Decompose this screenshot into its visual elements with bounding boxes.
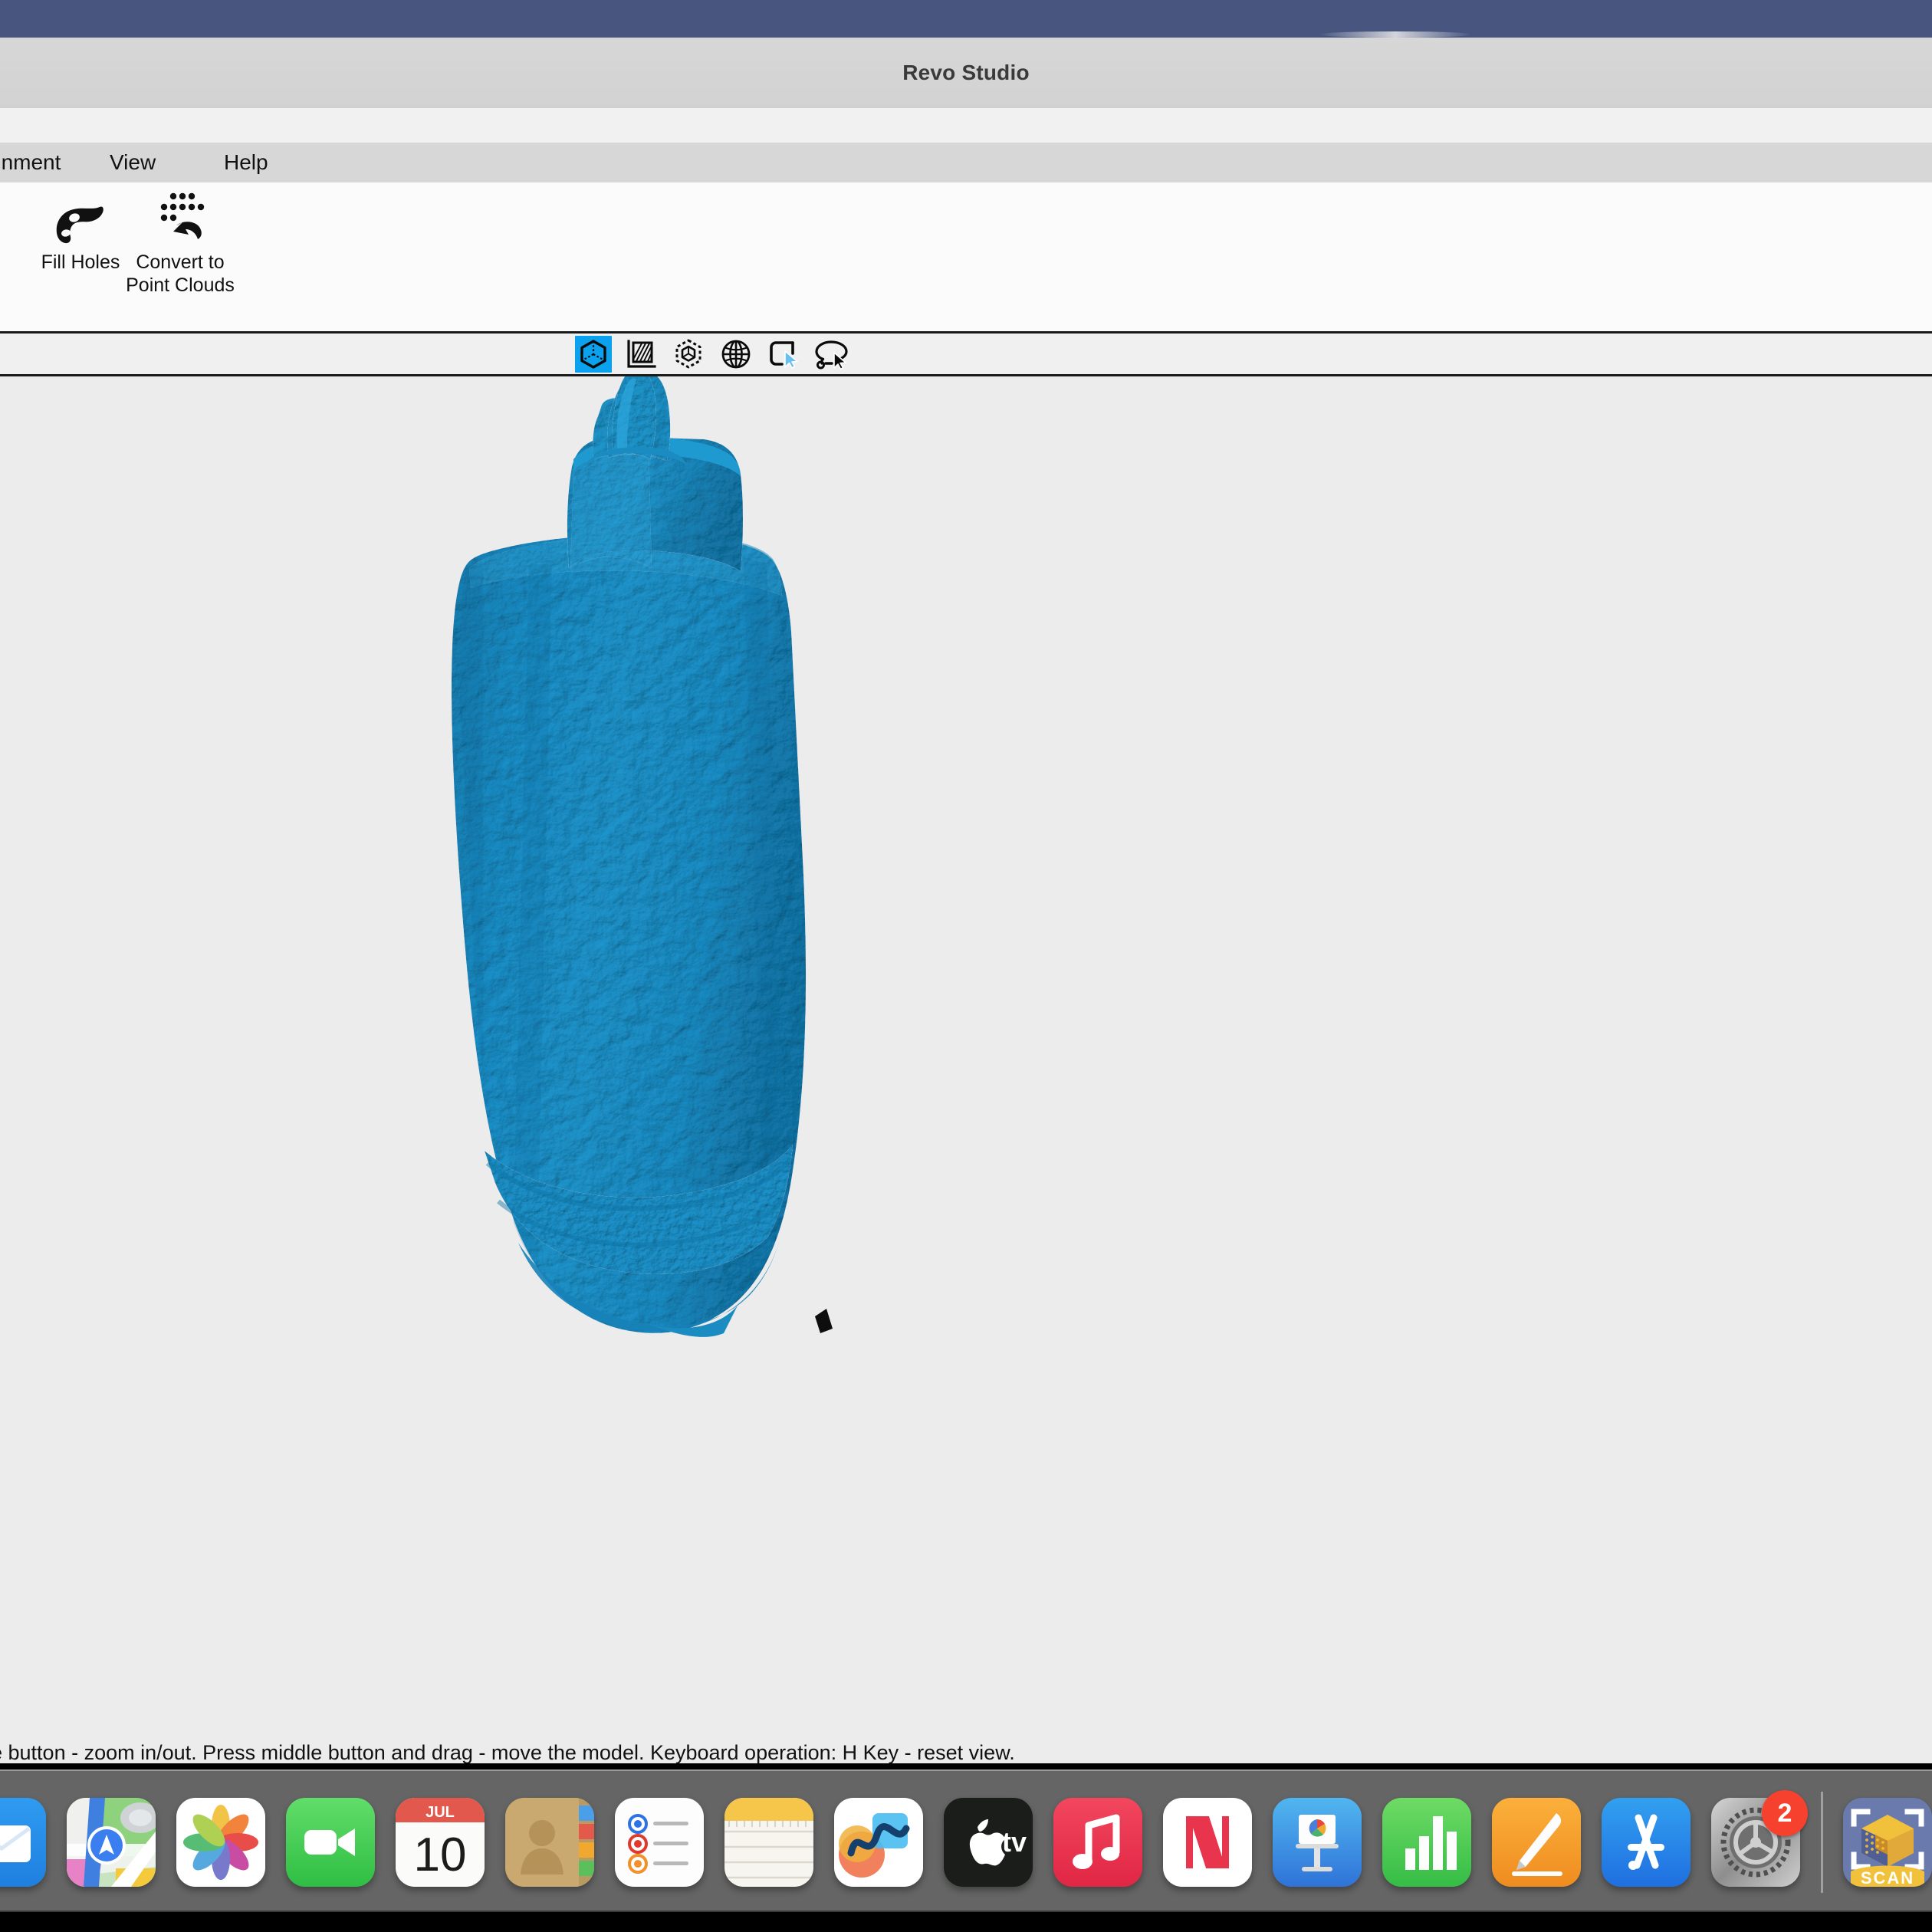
desktop-backdrop xyxy=(0,0,1932,38)
dock-item-freeform[interactable] xyxy=(834,1798,923,1887)
window-titlebar[interactable]: Revo Studio xyxy=(0,38,1932,108)
dock-item-reminders[interactable] xyxy=(615,1798,704,1887)
macos-dock: JUL 10 tv 2 SCAN xyxy=(0,1763,1932,1932)
dock-item-calendar[interactable]: JUL 10 xyxy=(396,1798,485,1887)
ribbon-toolbar: Fill Holes Convert to Point Clouds xyxy=(0,182,1932,334)
model-viewport[interactable] xyxy=(0,376,1932,1732)
dock-item-system-settings[interactable]: 2 xyxy=(1711,1790,1808,1887)
dock-item-revo-scan[interactable]: SCAN xyxy=(1843,1798,1932,1887)
convert-to-point-clouds-label: Convert to Point Clouds xyxy=(126,251,235,296)
scanned-mesh-glue-bottle[interactable] xyxy=(0,376,1932,1732)
tool-lasso-select[interactable] xyxy=(813,336,849,373)
fill-holes-icon xyxy=(52,187,109,247)
dock-item-maps[interactable] xyxy=(67,1798,156,1887)
dock-item-appletv[interactable]: tv xyxy=(944,1798,1033,1887)
dock-item-facetime[interactable] xyxy=(286,1798,375,1887)
menu-view[interactable]: View xyxy=(110,143,156,182)
dock-item-mail[interactable] xyxy=(0,1798,46,1887)
dock-tray: JUL 10 tv 2 SCAN xyxy=(0,1769,1932,1912)
window-title: Revo Studio xyxy=(902,60,1030,84)
tool-ground-plane[interactable] xyxy=(623,336,659,373)
menu-alignment[interactable]: gnment xyxy=(0,143,61,182)
menu-help[interactable]: Help xyxy=(224,143,268,182)
convert-to-point-clouds-button[interactable]: Convert to Point Clouds xyxy=(107,187,253,325)
dock-item-pages[interactable] xyxy=(1492,1798,1581,1887)
dock-item-contacts[interactable] xyxy=(505,1798,594,1887)
titlebar-underband xyxy=(0,108,1932,143)
dock-item-appstore[interactable] xyxy=(1602,1798,1691,1887)
convert-to-point-clouds-icon xyxy=(153,187,207,247)
svg-text:tv: tv xyxy=(1002,1826,1027,1858)
scan-label: SCAN xyxy=(1861,1868,1914,1887)
dock-item-numbers[interactable] xyxy=(1382,1798,1471,1887)
dock-item-music[interactable] xyxy=(1053,1798,1142,1887)
dock-item-news[interactable] xyxy=(1163,1798,1252,1887)
desktop-glow xyxy=(1319,31,1472,38)
dock-item-keynote[interactable] xyxy=(1273,1798,1362,1887)
view-toolbar xyxy=(0,334,1932,376)
tool-shaded-mesh[interactable] xyxy=(575,335,612,373)
dock-item-photos[interactable] xyxy=(176,1798,265,1887)
calendar-month: JUL xyxy=(426,1804,455,1821)
tool-bounding-box[interactable] xyxy=(670,336,707,373)
dock-item-notes[interactable] xyxy=(724,1798,813,1887)
tool-rectangle-select[interactable] xyxy=(765,336,802,373)
calendar-day: 10 xyxy=(414,1829,467,1881)
status-badge: 2 xyxy=(1762,1790,1808,1836)
dock-separator xyxy=(1821,1792,1823,1893)
status-text: e button - zoom in/out. Press middle but… xyxy=(0,1741,1015,1764)
tool-globe-view[interactable] xyxy=(718,336,754,373)
menubar: gnment View Help xyxy=(0,143,1932,182)
app-window: Revo Studio gnment View Help Fill Holes xyxy=(0,38,1932,1801)
